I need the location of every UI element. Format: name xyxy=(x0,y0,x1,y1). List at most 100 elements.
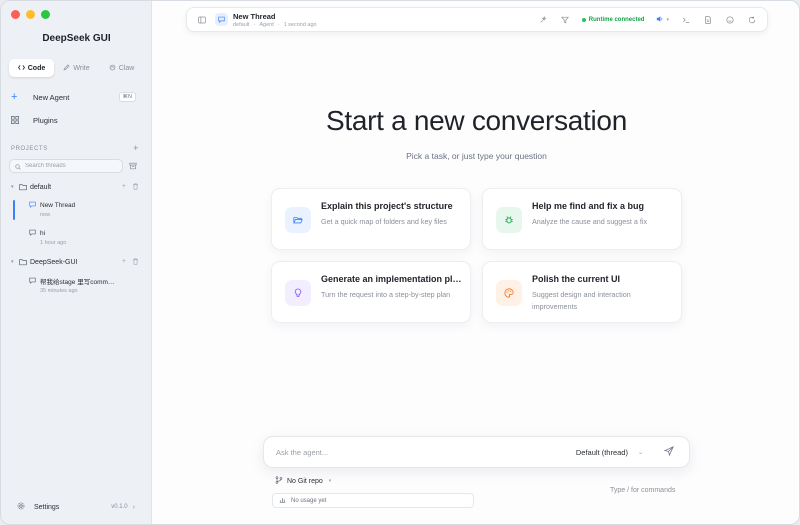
suggestion-card-explain-structure[interactable]: Explain this project's structure Get a q… xyxy=(271,188,471,250)
add-thread-button[interactable]: + xyxy=(122,183,126,192)
audio-selector[interactable]: ▾ xyxy=(656,15,669,25)
filter-icon[interactable] xyxy=(560,15,570,25)
settings-button[interactable]: Settings v0.1.0 › xyxy=(17,502,135,512)
suggestion-card-polish-ui[interactable]: Polish the current UI Suggest design and… xyxy=(482,261,682,323)
thread-meta: New Thread default · Agent · 1 second ag… xyxy=(233,12,317,28)
zoom-window-button[interactable] xyxy=(41,10,50,19)
send-button[interactable] xyxy=(659,442,679,462)
chevron-down-icon: ▾ xyxy=(11,259,14,265)
thread-header: New Thread default · Agent · 1 second ag… xyxy=(186,7,768,32)
window-controls xyxy=(11,10,50,19)
card-title: Polish the current UI xyxy=(532,274,621,284)
plugins-button[interactable]: Plugins xyxy=(11,112,136,128)
archive-button[interactable] xyxy=(127,160,138,171)
bug-icon xyxy=(496,207,522,233)
trash-icon[interactable] xyxy=(132,183,139,192)
new-agent-button[interactable]: + New Agent ⌘N xyxy=(11,89,136,105)
app-title: DeepSeek GUI xyxy=(42,33,111,44)
mode-claw-button[interactable]: Claw xyxy=(99,59,144,77)
chat-bubble-icon xyxy=(215,13,228,26)
model-selector[interactable]: Default (thread) ⌄ xyxy=(576,448,643,457)
new-agent-label: New Agent xyxy=(33,92,70,102)
chevron-down-icon: ⌄ xyxy=(637,449,643,456)
mode-switch: Code Write Claw xyxy=(9,58,144,78)
chat-bubble-icon xyxy=(29,201,36,210)
sidebar: DeepSeek GUI Code Write Claw + New Agent… xyxy=(1,1,152,524)
close-window-button[interactable] xyxy=(11,10,20,19)
new-agent-shortcut: ⌘N xyxy=(118,92,136,102)
mode-code-button[interactable]: Code xyxy=(9,59,54,77)
model-selector-label: Default (thread) xyxy=(575,447,628,457)
chevron-down-icon: ▾ xyxy=(666,16,669,23)
suggestion-card-implementation-plan[interactable]: Generate an implementation plan Turn the… xyxy=(271,261,471,323)
git-branch-icon xyxy=(275,476,283,486)
thread-mode: Agent xyxy=(259,21,274,28)
thread-time: now xyxy=(40,212,51,218)
claw-icon xyxy=(109,64,116,73)
add-project-button[interactable]: + xyxy=(133,143,139,153)
project-deepseek-gui[interactable]: ▾ DeepSeek-GUI + xyxy=(11,256,139,268)
sidebar-toggle-icon[interactable] xyxy=(197,15,207,25)
lightbulb-icon xyxy=(285,280,311,306)
thread-title: 帮我给stage 里写comm… xyxy=(40,279,115,286)
smile-icon[interactable] xyxy=(725,15,735,25)
search-icon xyxy=(15,157,21,175)
git-repo-label: No Git repo xyxy=(287,477,323,485)
runtime-status: Runtime connected xyxy=(581,16,645,23)
thread-item[interactable]: New Thread now xyxy=(13,200,139,220)
thread-title: hi xyxy=(40,230,46,237)
grid-icon xyxy=(11,116,23,124)
code-icon xyxy=(17,64,25,73)
project-name: default xyxy=(30,183,52,191)
document-icon[interactable] xyxy=(703,15,713,25)
suggestion-card-fix-bug[interactable]: Help me find and fix a bug Analyze the c… xyxy=(482,188,682,250)
usage-indicator: No usage yet xyxy=(272,493,474,508)
send-icon xyxy=(663,443,674,461)
hero-title: Start a new conversation xyxy=(326,105,627,136)
meta-separator: · xyxy=(277,21,280,28)
refresh-icon[interactable] xyxy=(747,15,757,25)
plus-icon: + xyxy=(11,91,18,103)
mode-write-button[interactable]: Write xyxy=(54,59,99,77)
thread-item[interactable]: hi 1 hour ago xyxy=(13,229,139,246)
thread-time: 1 second ago xyxy=(283,21,317,28)
card-title: Help me find and fix a bug xyxy=(532,201,645,211)
card-description: Suggest design and interaction improveme… xyxy=(532,290,631,311)
app-version: v0.1.0 xyxy=(111,504,128,510)
thread-project: default xyxy=(233,21,250,28)
folder-icon xyxy=(19,183,27,191)
thread-time: 1 hour ago xyxy=(40,240,67,246)
project-name: DeepSeek-GUI xyxy=(30,258,78,266)
add-thread-button[interactable]: + xyxy=(122,258,126,267)
archive-icon xyxy=(128,157,137,175)
minimize-window-button[interactable] xyxy=(26,10,35,19)
main-panel: New Thread default · Agent · 1 second ag… xyxy=(152,1,799,524)
projects-header-label: PROJECTS xyxy=(11,146,48,152)
search-threads-input[interactable] xyxy=(25,163,115,169)
speaker-icon xyxy=(656,15,664,25)
agent-prompt-input[interactable] xyxy=(276,447,576,457)
plugins-label: Plugins xyxy=(33,115,58,125)
card-description: Analyze the cause and suggest a fix xyxy=(532,217,648,226)
app-window: DeepSeek GUI Code Write Claw + New Agent… xyxy=(0,0,800,525)
settings-label: Settings xyxy=(34,503,60,511)
gear-icon xyxy=(17,502,25,512)
status-dot-icon xyxy=(581,17,586,22)
terminal-icon[interactable] xyxy=(681,15,691,25)
hero-subtitle: Pick a task, or just type your question xyxy=(406,151,547,161)
thread-time: 35 minutes ago xyxy=(40,288,78,294)
search-box xyxy=(9,159,123,173)
chat-bubble-icon xyxy=(29,229,36,238)
mode-code-label: Code xyxy=(27,64,46,72)
thread-item[interactable]: 帮我给stage 里写comm… 35 minutes ago xyxy=(13,276,139,294)
card-title: Explain this project's structure xyxy=(321,201,453,211)
card-description: Turn the request into a step-by-step pla… xyxy=(321,290,451,299)
runtime-status-label: Runtime connected xyxy=(588,16,645,23)
git-repo-selector[interactable]: No Git repo ▾ xyxy=(275,476,331,486)
meta-separator: · xyxy=(253,21,256,28)
usage-label: No usage yet xyxy=(291,497,327,504)
project-default[interactable]: ▾ default + xyxy=(11,181,139,193)
trash-icon[interactable] xyxy=(132,258,139,267)
thread-title: New Thread xyxy=(40,202,76,209)
sparkle-icon[interactable] xyxy=(538,15,548,25)
